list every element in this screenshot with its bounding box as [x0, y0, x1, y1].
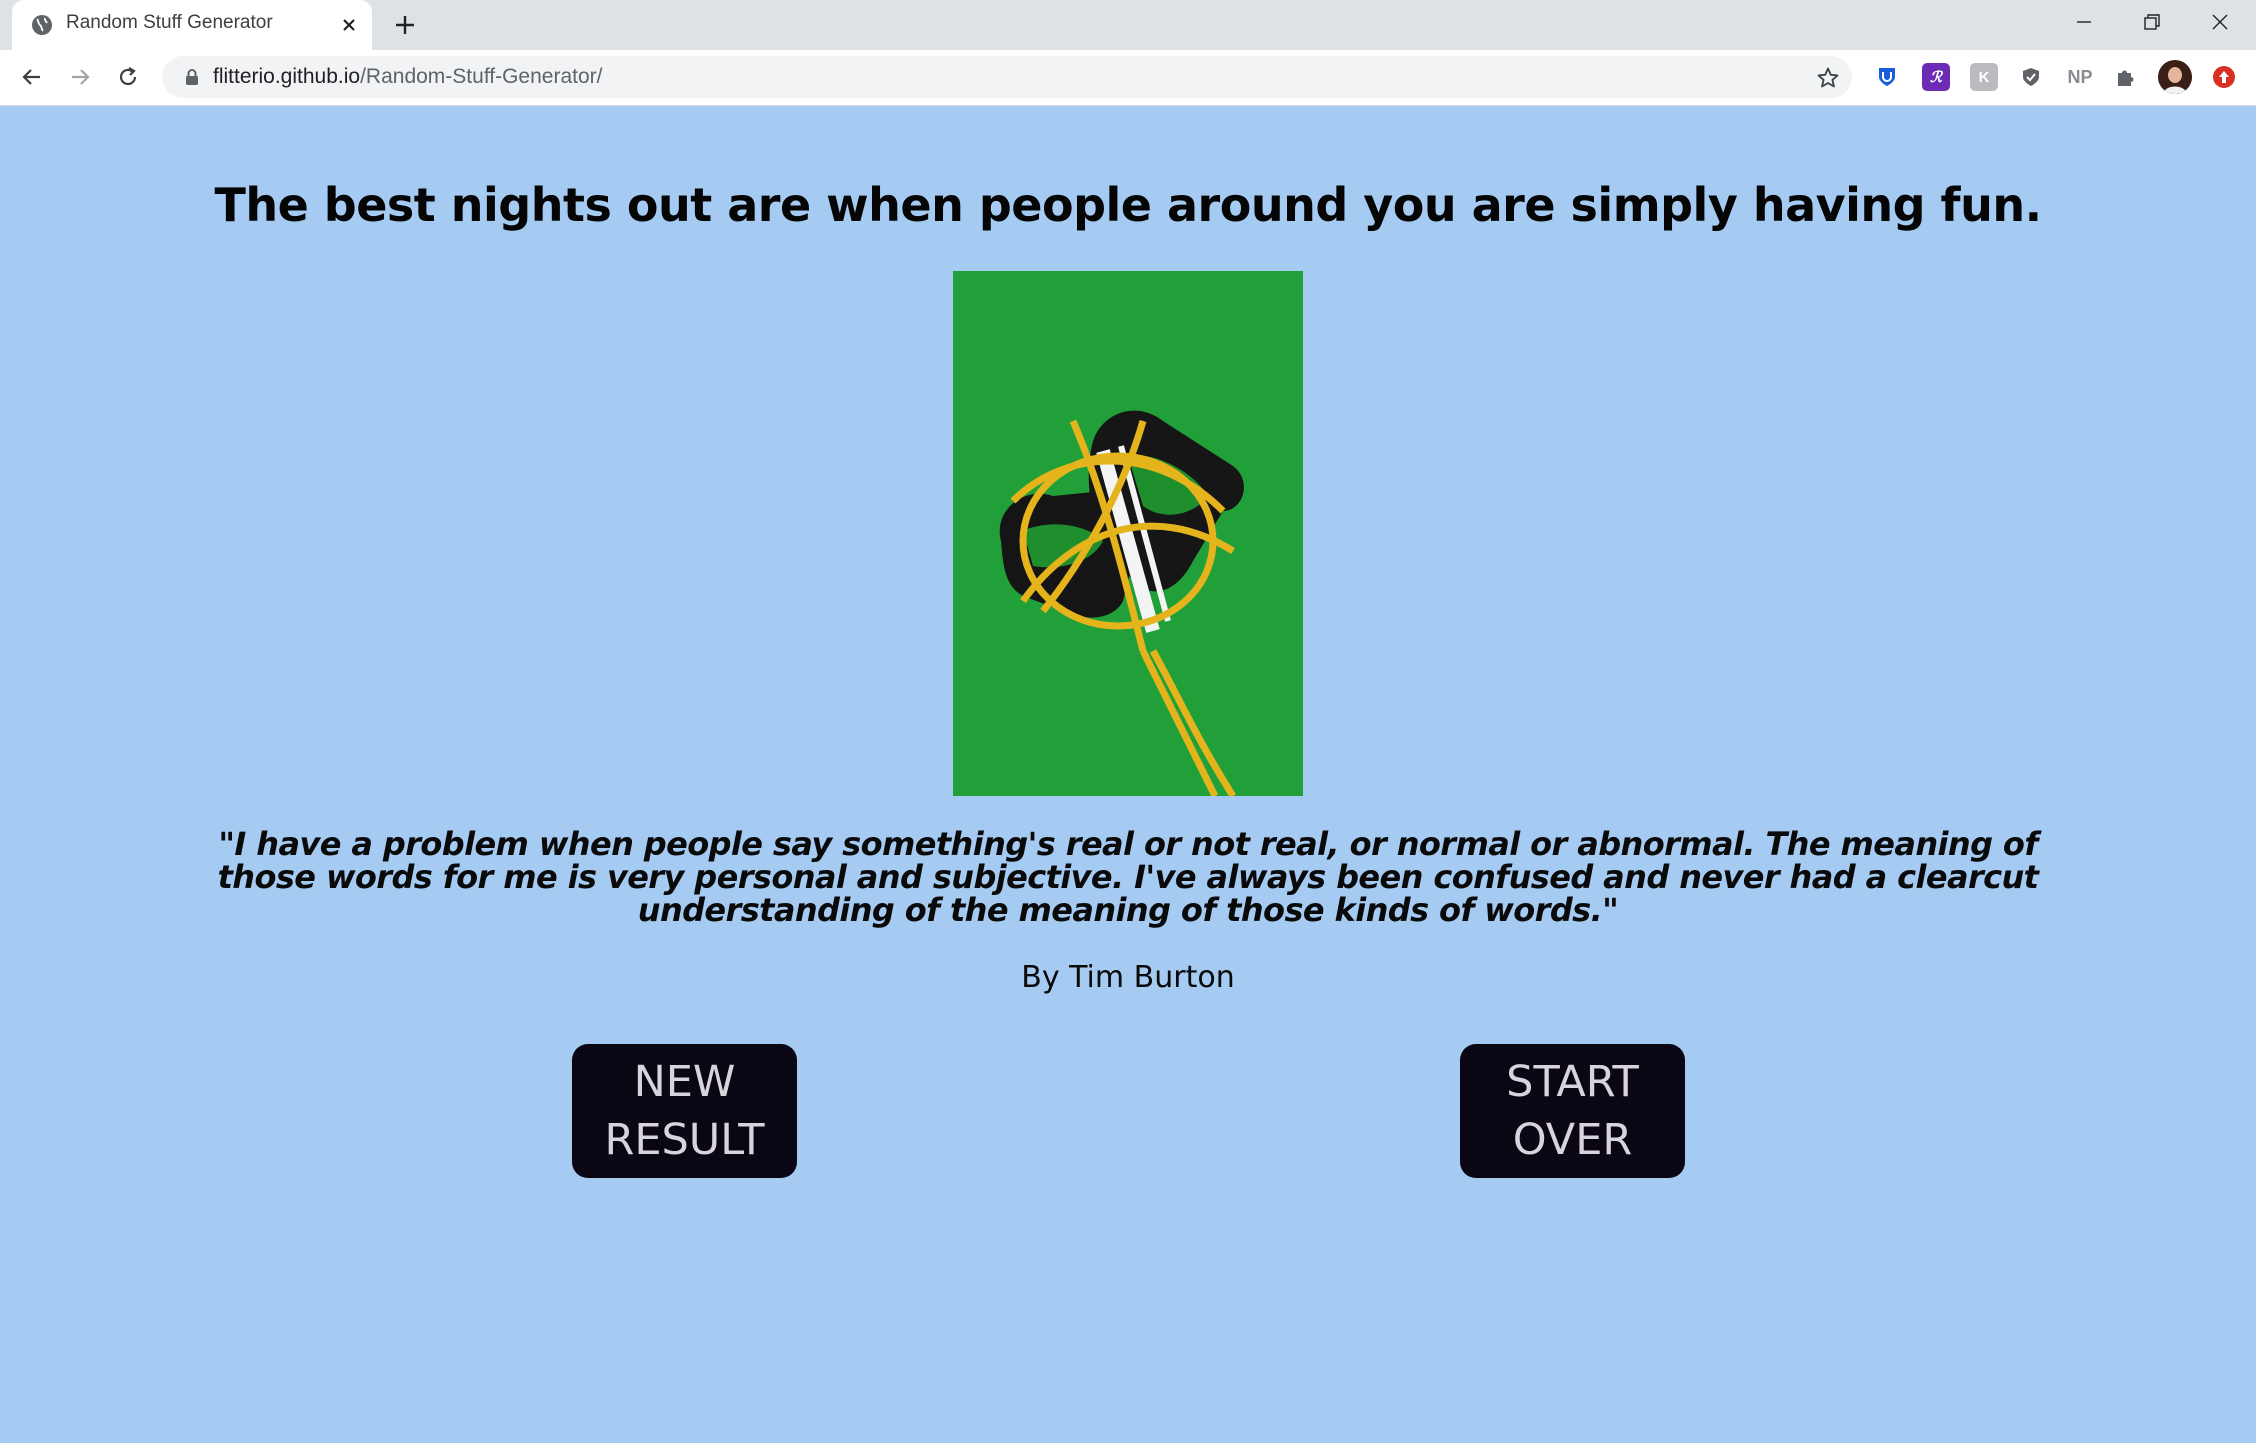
new-tab-icon[interactable] [390, 10, 420, 40]
page-content: The best nights out are when people arou… [0, 106, 2256, 1443]
browser-toolbar: flitterio.github.io/Random-Stuff-Generat… [0, 50, 2256, 106]
globe-icon [32, 15, 52, 35]
np-extension-icon[interactable]: NP [2063, 63, 2097, 91]
tab-strip: Random Stuff Generator [0, 0, 2256, 50]
url-text: flitterio.github.io/Random-Stuff-Generat… [213, 65, 603, 89]
quote-text: "I have a problem when people say someth… [217, 825, 2039, 929]
page-title: The best nights out are when people arou… [214, 178, 2042, 232]
close-window-icon[interactable] [2198, 4, 2242, 40]
reload-icon[interactable] [110, 59, 146, 95]
regex-extension-icon[interactable]: ℛ [1922, 63, 1950, 91]
new-result-button[interactable]: NEW RESULT [572, 1044, 797, 1178]
bookmark-star-icon[interactable] [1814, 64, 1842, 92]
bitwarden-icon[interactable] [1873, 63, 1901, 91]
back-icon[interactable] [14, 59, 50, 95]
start-over-button[interactable]: START OVER [1460, 1044, 1685, 1178]
keep-extension-icon[interactable]: K [1970, 63, 1998, 91]
shield-icon[interactable] [2017, 63, 2045, 91]
address-bar[interactable]: flitterio.github.io/Random-Stuff-Generat… [162, 56, 1852, 98]
result-image [953, 271, 1303, 796]
url-host: flitterio.github.io [213, 65, 361, 88]
quote-author: By Tim Burton [1021, 960, 1235, 995]
restore-icon[interactable] [2130, 4, 2174, 40]
avatar[interactable] [2158, 60, 2192, 94]
forward-icon[interactable] [62, 59, 98, 95]
update-icon[interactable] [2210, 63, 2238, 91]
browser-tab[interactable]: Random Stuff Generator [12, 0, 372, 50]
close-tab-icon[interactable] [335, 11, 363, 39]
minimize-icon[interactable] [2062, 4, 2106, 40]
tab-title: Random Stuff Generator [66, 12, 273, 33]
url-path: /Random-Stuff-Generator/ [360, 65, 603, 88]
puzzle-icon[interactable] [2112, 63, 2140, 91]
sneakers-chain-image [953, 271, 1303, 796]
lock-icon [186, 69, 198, 85]
